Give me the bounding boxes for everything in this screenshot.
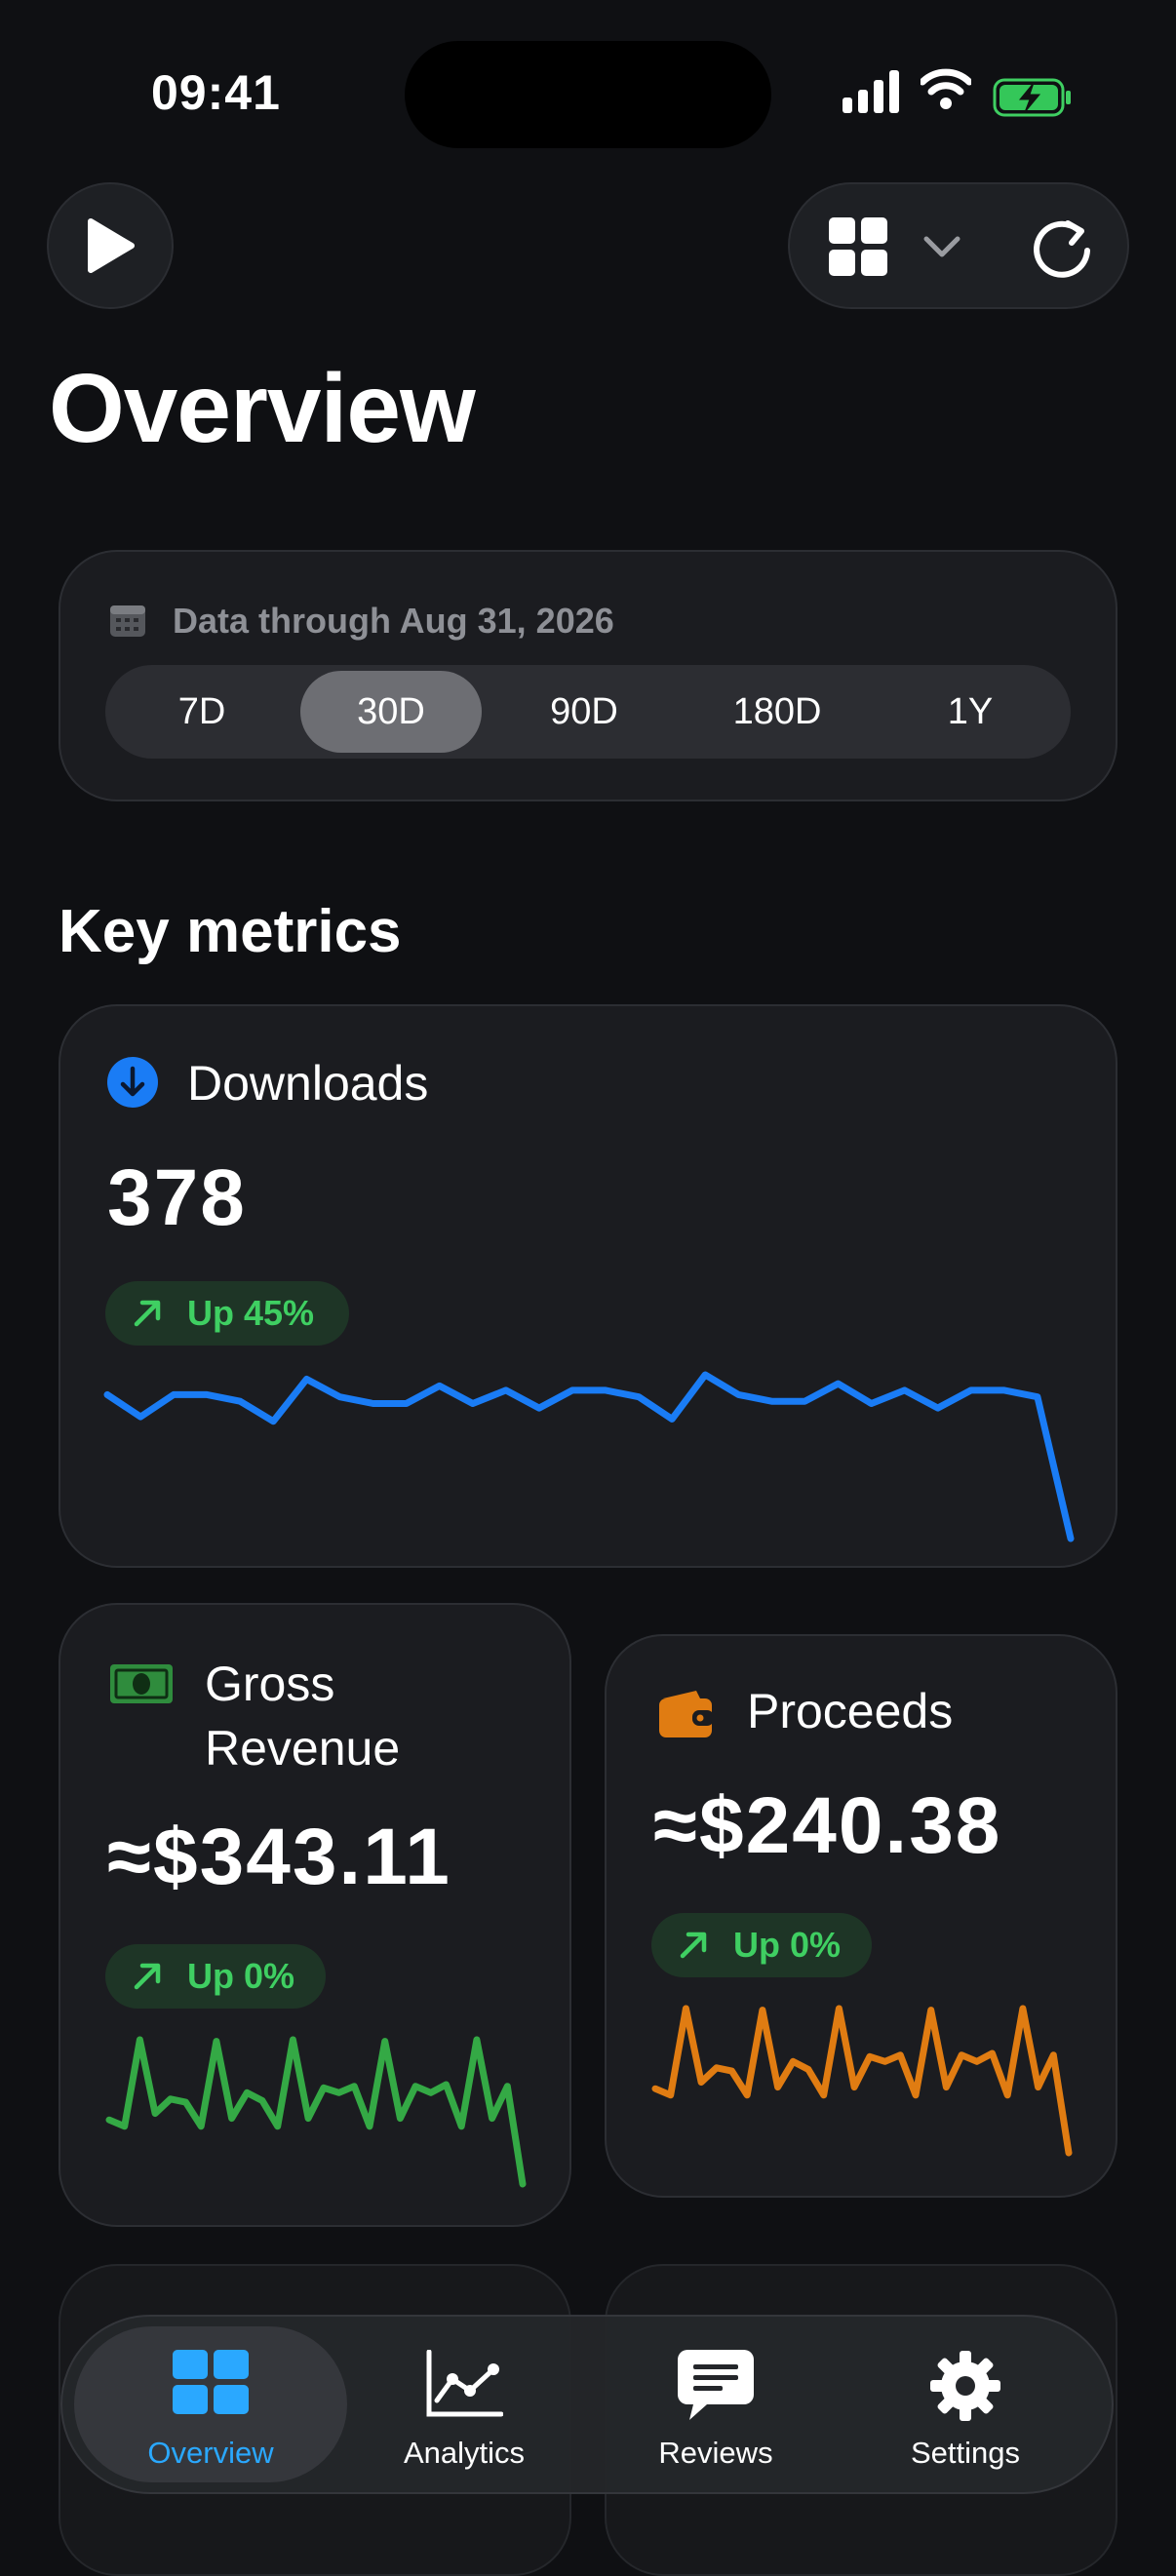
chart-line-icon [426, 2350, 503, 2417]
trend-up-icon [134, 1300, 161, 1327]
downloads-value: 378 [107, 1153, 247, 1242]
chevron-down-icon[interactable] [922, 233, 961, 262]
section-title: Key metrics [59, 898, 402, 965]
proceeds-sparkline [651, 2005, 1073, 2157]
range-option-90d[interactable]: 90D [493, 671, 675, 753]
wifi-icon [921, 68, 971, 109]
battery-charging-icon [993, 78, 1071, 117]
cash-icon [110, 1664, 173, 1703]
proceeds-value: ≈$240.38 [653, 1781, 1002, 1870]
dynamic-island [405, 41, 771, 148]
gross-revenue-title: Gross Revenue [205, 1657, 401, 1776]
range-option-180d[interactable]: 180D [686, 671, 868, 753]
download-arrow-icon [107, 1057, 158, 1108]
sparkline-path [103, 1371, 1075, 1542]
play-icon [88, 218, 135, 273]
wallet-icon [659, 1691, 714, 1737]
play-button[interactable] [47, 182, 174, 309]
tab-settings[interactable]: Settings [829, 2326, 1102, 2482]
range-option-30d[interactable]: 30D [300, 671, 482, 753]
gross-revenue-value: ≈$343.11 [107, 1813, 451, 1901]
proceeds-trend-badge: Up 0% [651, 1913, 872, 1977]
refresh-icon[interactable] [1029, 214, 1097, 282]
cellular-signal-icon [843, 70, 899, 113]
gross-revenue-trend-badge: Up 0% [105, 1944, 326, 2009]
gear-icon [930, 2351, 1000, 2421]
gross-revenue-card[interactable]: Gross Revenue ≈$343.11 Up 0% [59, 1603, 571, 2227]
calendar-icon [110, 605, 145, 637]
page-title: Overview [49, 354, 476, 463]
toolbar-pill [788, 182, 1129, 309]
tab-analytics[interactable]: Analytics [328, 2326, 601, 2482]
downloads-trend-badge: Up 45% [105, 1281, 349, 1346]
sparkline-path [651, 2005, 1073, 2157]
data-through-label: Data through Aug 31, 2026 [173, 601, 614, 641]
tab-overview[interactable]: Overview [74, 2326, 347, 2482]
range-segmented-control: 7D 30D 90D 180D 1Y [105, 665, 1071, 759]
date-range-card: Data through Aug 31, 2026 7D 30D 90D 180… [59, 550, 1117, 801]
downloads-card[interactable]: Downloads 378 Up 45% [59, 1004, 1117, 1568]
sparkline-path [105, 2036, 527, 2188]
downloads-title: Downloads [187, 1056, 429, 1111]
tab-reviews-label: Reviews [658, 2436, 773, 2470]
downloads-sparkline [103, 1371, 1075, 1542]
tab-reviews[interactable]: Reviews [579, 2326, 852, 2482]
proceeds-trend-label: Up 0% [733, 1925, 842, 1965]
gross-revenue-sparkline [105, 2036, 527, 2188]
downloads-trend-label: Up 45% [187, 1293, 315, 1333]
proceeds-card[interactable]: Proceeds ≈$240.38 Up 0% [605, 1634, 1117, 2198]
gross-revenue-trend-label: Up 0% [187, 1956, 295, 1996]
grid-icon [173, 2350, 249, 2414]
tab-settings-label: Settings [910, 2436, 1020, 2470]
speech-bubble-icon [678, 2350, 754, 2420]
range-option-1y[interactable]: 1Y [880, 671, 1061, 753]
range-option-7d[interactable]: 7D [111, 671, 293, 753]
trend-up-icon [134, 1963, 161, 1990]
trend-up-icon [680, 1932, 707, 1959]
status-time: 09:41 [151, 65, 281, 120]
tab-bar: Overview Analytics Reviews Settings [60, 2315, 1114, 2494]
grid-layout-icon[interactable] [829, 217, 887, 276]
tab-overview-label: Overview [147, 2436, 274, 2470]
proceeds-title: Proceeds [747, 1684, 954, 1738]
tab-analytics-label: Analytics [403, 2436, 526, 2470]
